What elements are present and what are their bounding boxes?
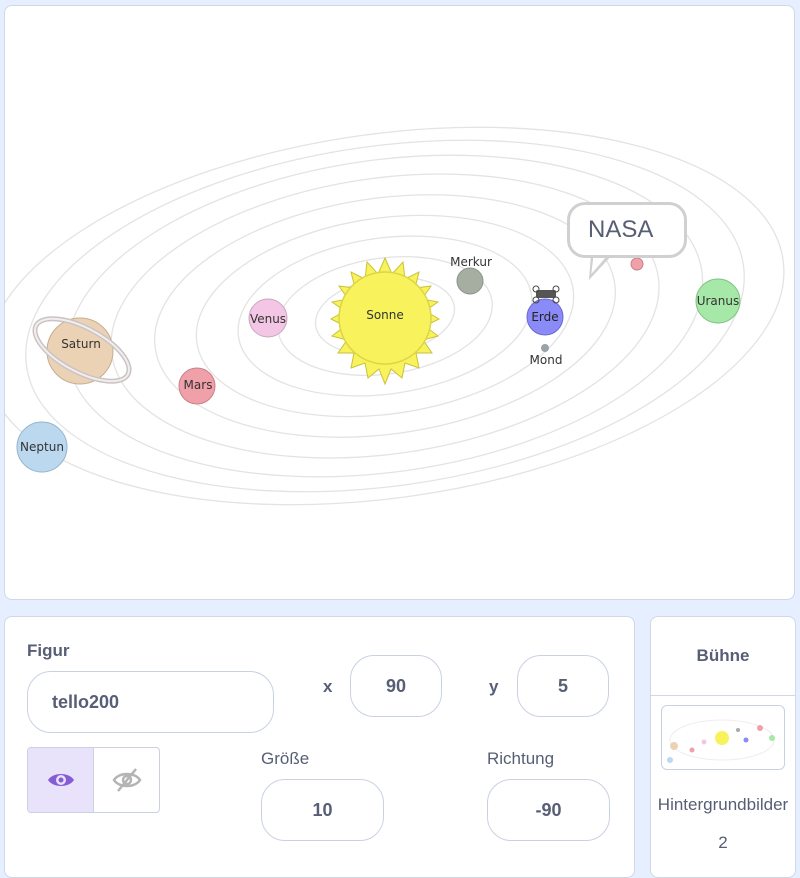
saturn-label: Saturn [61,337,101,351]
mercury-label: Merkur [450,255,492,269]
direction-label: Richtung [487,749,555,768]
saturn: Saturn [32,316,132,385]
stage-canvas[interactable]: Sonne Merkur Venus Erde Mond Mars Saturn… [4,5,795,600]
y-label: y [489,677,499,696]
eye-slash-icon [112,768,141,792]
x-label: x [323,677,333,696]
stage-selector-panel[interactable]: Bühne Hintergrundbilder 2 [650,616,796,878]
mercury: Merkur [450,255,492,295]
uranus: Uranus [695,278,741,324]
uranus-label: Uranus [697,294,740,308]
sun: Sonne [329,256,441,386]
sprite-name-input[interactable]: tello200 [27,671,274,733]
venus-label: Venus [250,312,286,326]
sprite-heading: Figur [27,641,70,660]
stage-heading: Bühne [651,617,795,696]
venus: Venus [248,298,288,338]
earth-label: Erde [531,310,558,324]
size-label: Größe [261,749,310,768]
solar-system-backdrop: Sonne Merkur Venus Erde Mond Mars Saturn… [5,126,785,506]
mars-label: Mars [184,378,213,392]
backdrop-thumbnail [661,705,785,770]
moon: Mond [530,344,563,367]
visibility-toggle [27,747,160,813]
y-input[interactable]: 5 [517,655,609,717]
show-button[interactable] [28,748,93,812]
neptune-label: Neptun [20,440,64,454]
size-input[interactable]: 10 [261,779,384,841]
sprite-info-panel: Figur tello200 x 90 y 5 Größe 10 Richtun… [4,616,635,878]
backdrops-count: 2 [718,833,728,852]
mars: Mars [178,367,216,405]
neptune: Neptun [16,421,68,473]
earth: Erde [526,285,564,336]
speech-bubble: NASA [567,202,687,258]
direction-input[interactable]: -90 [487,779,610,841]
speech-bubble-text: NASA [588,216,654,243]
moon-label: Mond [530,353,563,367]
backdrops-label: Hintergrundbilder [657,795,789,814]
hidden-planet [630,257,644,271]
eye-icon [47,774,74,786]
sun-label: Sonne [366,308,404,322]
x-input[interactable]: 90 [350,655,442,717]
hide-button[interactable] [93,748,159,812]
